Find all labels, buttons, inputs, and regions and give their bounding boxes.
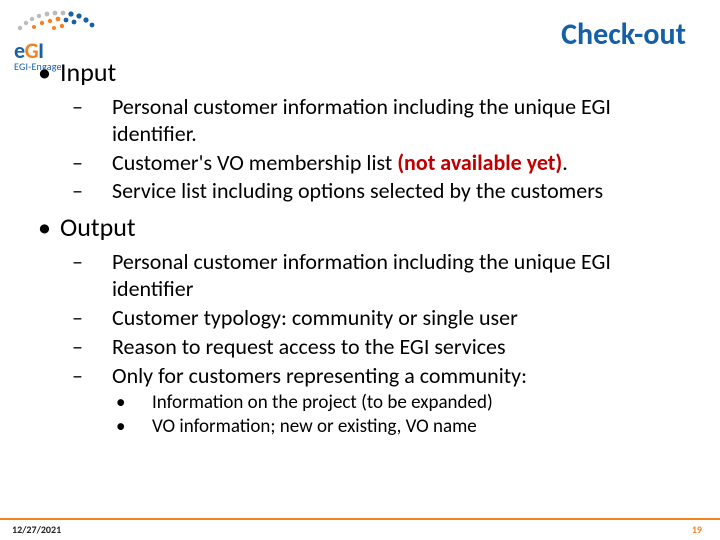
list-text: Reason to request access to the EGI serv… bbox=[112, 333, 506, 360]
footer-page-number: 19 bbox=[692, 523, 702, 536]
heading-input-text: Input bbox=[60, 56, 116, 88]
output-item-2: –Customer typology: community or single … bbox=[92, 305, 692, 332]
emphasis-not-available: (not available yet) bbox=[397, 149, 562, 176]
heading-input: •Input bbox=[38, 56, 692, 88]
input-item-1: –Personal customer information including… bbox=[92, 94, 692, 148]
list-text: Personal customer information including … bbox=[112, 93, 611, 147]
list-text: Customer's VO membership list bbox=[112, 149, 397, 176]
slide: eGI EGI-Engage Check-out •Input –Persona… bbox=[0, 0, 720, 540]
footer-divider bbox=[0, 518, 720, 520]
footer-date: 12/27/2021 bbox=[12, 523, 61, 536]
list-text: Information on the project (to be expand… bbox=[152, 391, 493, 414]
heading-output-text: Output bbox=[60, 211, 136, 243]
list-text: Customer typology: community or single u… bbox=[112, 304, 518, 331]
list-text: VO information; new or existing, VO name bbox=[152, 415, 477, 438]
heading-output: •Output bbox=[38, 211, 692, 243]
output-item-4: –Only for customers representing a commu… bbox=[92, 363, 692, 390]
input-item-3: –Service list including options selected… bbox=[92, 178, 692, 205]
output-subitem-1: •Information on the project (to be expan… bbox=[134, 391, 692, 414]
input-item-2: –Customer's VO membership list (not avai… bbox=[92, 150, 692, 177]
logo-dots-icon bbox=[14, 8, 102, 34]
list-text: Personal customer information including … bbox=[112, 248, 611, 302]
list-text-post: . bbox=[562, 149, 568, 176]
footer: 12/27/2021 19 bbox=[0, 518, 720, 540]
output-item-1: –Personal customer information including… bbox=[92, 249, 692, 303]
output-subitem-2: •VO information; new or existing, VO nam… bbox=[134, 415, 692, 438]
list-text: Service list including options selected … bbox=[112, 177, 603, 204]
slide-content: •Input –Personal customer information in… bbox=[38, 56, 692, 438]
list-text: Only for customers representing a commun… bbox=[112, 362, 527, 389]
output-item-3: –Reason to request access to the EGI ser… bbox=[92, 334, 692, 361]
slide-title: Check-out bbox=[561, 16, 686, 53]
